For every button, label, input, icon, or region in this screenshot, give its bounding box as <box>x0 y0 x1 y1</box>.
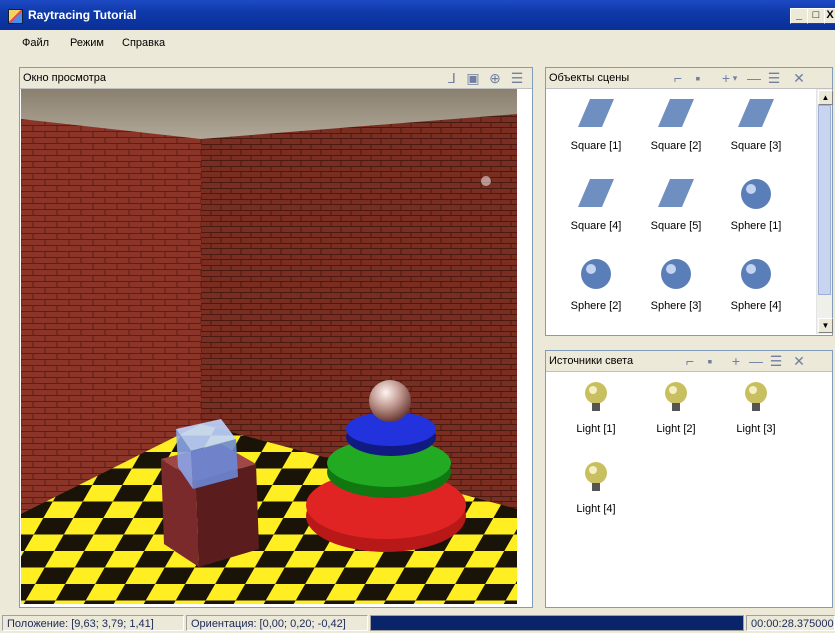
scene-object-item[interactable]: Square [3] <box>716 97 796 169</box>
scene-object-item[interactable]: Square [4] <box>556 177 636 249</box>
scene-object-item[interactable]: Sphere [4] <box>716 257 796 329</box>
light-item[interactable]: Light [4] <box>556 460 636 532</box>
scene-objects-title: Объекты сцены <box>549 72 630 84</box>
menu-file[interactable]: Файл <box>22 37 49 49</box>
square-icon <box>656 177 696 211</box>
light-item[interactable]: Light [3] <box>716 380 796 452</box>
scene-object-item[interactable]: Square [1] <box>556 97 636 169</box>
orientation-readout: Ориентация: [0,00; 0,20; -0,42] <box>186 615 368 631</box>
add-icon[interactable]: + <box>728 353 744 369</box>
close-button[interactable]: X <box>824 8 835 24</box>
menu-mode[interactable]: Режим <box>70 37 104 49</box>
scroll-thumb[interactable] <box>818 105 831 295</box>
sphere-icon <box>576 257 616 291</box>
close-icon[interactable]: ✕ <box>791 353 807 369</box>
lights-title: Источники света <box>549 355 634 367</box>
light-bulb-icon <box>736 380 776 414</box>
scroll-down-button[interactable]: ▼ <box>818 318 833 333</box>
properties-icon[interactable]: ☰ <box>509 70 525 86</box>
rendered-scene <box>21 89 517 604</box>
scene-objects-scrollbar[interactable]: ▲ ▼ <box>816 89 833 334</box>
scene-object-item[interactable]: Sphere [2] <box>556 257 636 329</box>
properties-icon[interactable]: ☰ <box>768 353 784 369</box>
scene-object-item-label: Sphere [1] <box>730 220 782 232</box>
scene-object-item-label: Sphere [4] <box>730 300 782 312</box>
scene-object-item-label: Square [1] <box>570 140 622 152</box>
light-bulb-icon <box>656 380 696 414</box>
axis-icon[interactable]: ⅃ <box>444 70 460 86</box>
render-time: 00:00:28.3750000 <box>746 615 835 631</box>
title-bar[interactable]: Raytracing Tutorial _ □ X <box>0 0 835 30</box>
scene-object-item-label: Sphere [2] <box>570 300 622 312</box>
minimize-button[interactable]: _ <box>790 8 808 24</box>
save-icon[interactable]: ▪ <box>690 70 706 86</box>
scene-objects-list: Square [1] Square [2] Square [3] Square [4]… <box>546 89 832 334</box>
viewport-header: Окно просмотра ⅃ ▣ ⊕ ☰ <box>20 68 532 89</box>
save-icon[interactable]: ▪ <box>702 353 718 369</box>
scene-object-item[interactable]: Square [5] <box>636 177 716 249</box>
position-readout: Положение: [9,63; 3,79; 1,41] <box>2 615 184 631</box>
square-icon <box>576 97 616 131</box>
sphere-icon <box>736 257 776 291</box>
light-item-label: Light [1] <box>576 423 616 435</box>
light-item-label: Light [2] <box>656 423 696 435</box>
remove-icon[interactable]: — <box>748 353 764 369</box>
scene-object-item-label: Square [5] <box>650 220 702 232</box>
scene-object-item[interactable]: Sphere [3] <box>636 257 716 329</box>
lights-header: Источники света ⌐ ▪ + — ☰ ✕ <box>546 351 832 372</box>
frame-icon[interactable]: ▣ <box>465 70 481 86</box>
scene-objects-header: Объекты сцены ⌐ ▪ + ▾ — ☰ ✕ <box>546 68 832 89</box>
light-item-label: Light [4] <box>576 503 616 515</box>
open-icon[interactable]: ⌐ <box>670 70 686 86</box>
render-progress-bar <box>370 615 744 631</box>
lights-list: Light [1] Light [2] Light [3] Light [4] <box>546 372 832 606</box>
window-title: Raytracing Tutorial <box>28 8 137 22</box>
scene-object-item-label: Square [2] <box>650 140 702 152</box>
add-dropdown-icon[interactable]: ▾ <box>730 70 740 86</box>
app-icon <box>8 9 23 24</box>
scene-object-item-label: Sphere [3] <box>650 300 702 312</box>
square-icon <box>656 97 696 131</box>
light-item[interactable]: Light [2] <box>636 380 716 452</box>
scene-object-item[interactable]: Square [2] <box>636 97 716 169</box>
scene-object-item-label: Square [4] <box>570 220 622 232</box>
close-icon[interactable]: ✕ <box>791 70 807 86</box>
light-item-label: Light [3] <box>736 423 776 435</box>
square-icon <box>576 177 616 211</box>
sphere-icon <box>656 257 696 291</box>
scene-object-item-label: Square [3] <box>730 140 782 152</box>
remove-icon[interactable]: — <box>746 70 762 86</box>
viewport-title: Окно просмотра <box>23 72 107 84</box>
light-bulb-icon <box>576 460 616 494</box>
sphere-icon <box>736 177 776 211</box>
maximize-button[interactable]: □ <box>807 8 825 24</box>
light-bulb-icon <box>576 380 616 414</box>
properties-icon[interactable]: ☰ <box>766 70 782 86</box>
scroll-up-button[interactable]: ▲ <box>818 90 833 105</box>
scene-object-item[interactable]: Sphere [1] <box>716 177 796 249</box>
open-icon[interactable]: ⌐ <box>682 353 698 369</box>
render-view[interactable] <box>21 89 517 604</box>
crosshair-icon[interactable]: ⊕ <box>487 70 503 86</box>
light-item[interactable]: Light [1] <box>556 380 636 452</box>
scene-objects-panel: Объекты сцены ⌐ ▪ + ▾ — ☰ ✕ Square [1] Sq… <box>545 67 833 336</box>
menu-bar: Файл Режим Справка <box>0 30 835 57</box>
lights-panel: Источники света ⌐ ▪ + — ☰ ✕ Light [1] Lig… <box>545 350 833 608</box>
status-bar: Положение: [9,63; 3,79; 1,41] Ориентация… <box>0 612 835 633</box>
square-icon <box>736 97 776 131</box>
viewport-panel: Окно просмотра ⅃ ▣ ⊕ ☰ <box>19 67 533 608</box>
menu-help[interactable]: Справка <box>122 37 165 49</box>
